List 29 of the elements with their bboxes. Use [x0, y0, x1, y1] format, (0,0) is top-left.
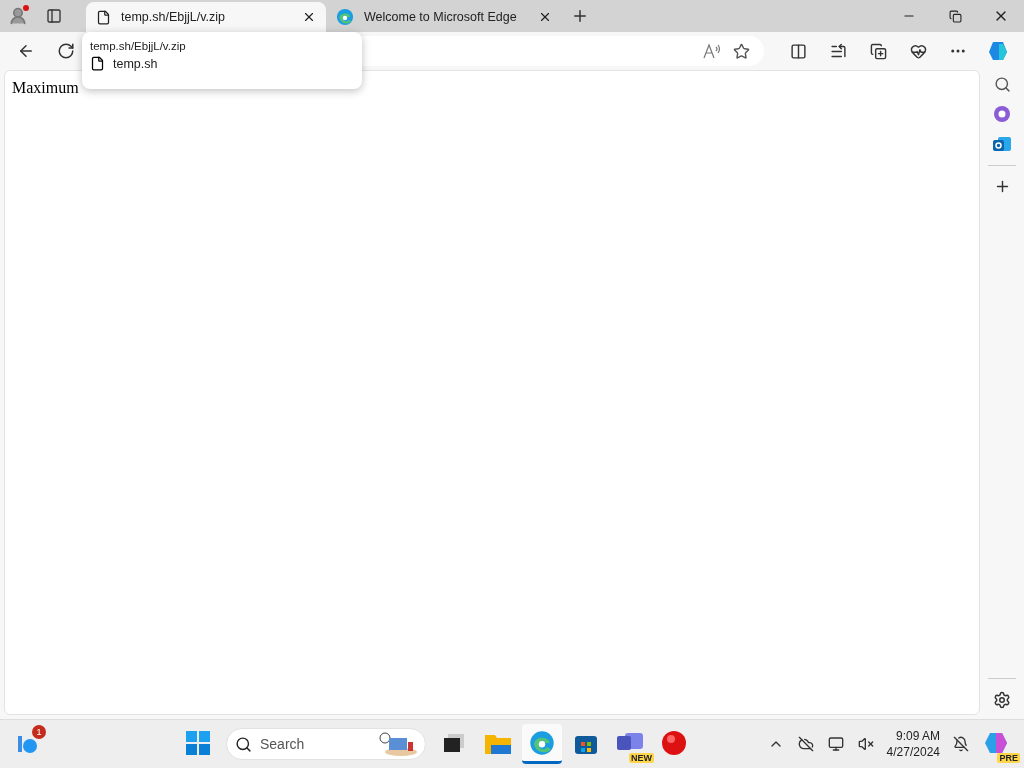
page-icon [90, 56, 105, 71]
card-title: temp.sh [113, 56, 158, 71]
browser-tab[interactable]: Welcome to Microsoft Edge [326, 2, 562, 32]
search-highlight-icon [379, 732, 417, 756]
preview-badge: PRE [997, 753, 1020, 763]
close-icon[interactable] [302, 10, 316, 24]
new-badge: NEW [629, 753, 654, 763]
mail-icon[interactable] [993, 135, 1011, 153]
settings-icon[interactable] [993, 691, 1011, 709]
window-icon [444, 733, 464, 752]
page-message: Maximum [12, 79, 80, 97]
widgets-button[interactable]: 1 [8, 724, 48, 764]
card-url: temp.sh/EbjjL/v.zip [90, 40, 187, 52]
notification-badge: 1 [32, 725, 46, 739]
clock-time: 9:09 AM [895, 728, 940, 744]
edge-icon [529, 729, 555, 756]
page-icon [96, 9, 111, 25]
read-aloud-icon[interactable] [703, 43, 721, 59]
search-icon[interactable] [993, 76, 1011, 93]
windows-logo-icon [186, 730, 210, 755]
search-icon [235, 735, 252, 753]
edge-logo-icon [336, 8, 354, 26]
clock-date: 4/27/2024 [886, 744, 940, 760]
browser-tab[interactable]: temp.sh/EbjjL/v.zip [86, 2, 326, 32]
record-icon [661, 729, 687, 756]
favorite-star-icon[interactable] [733, 42, 750, 60]
close-icon[interactable] [538, 10, 552, 24]
clock[interactable]: 9:09 AM 4/27/2024 [886, 728, 940, 760]
search-field[interactable]: Search [226, 728, 426, 760]
